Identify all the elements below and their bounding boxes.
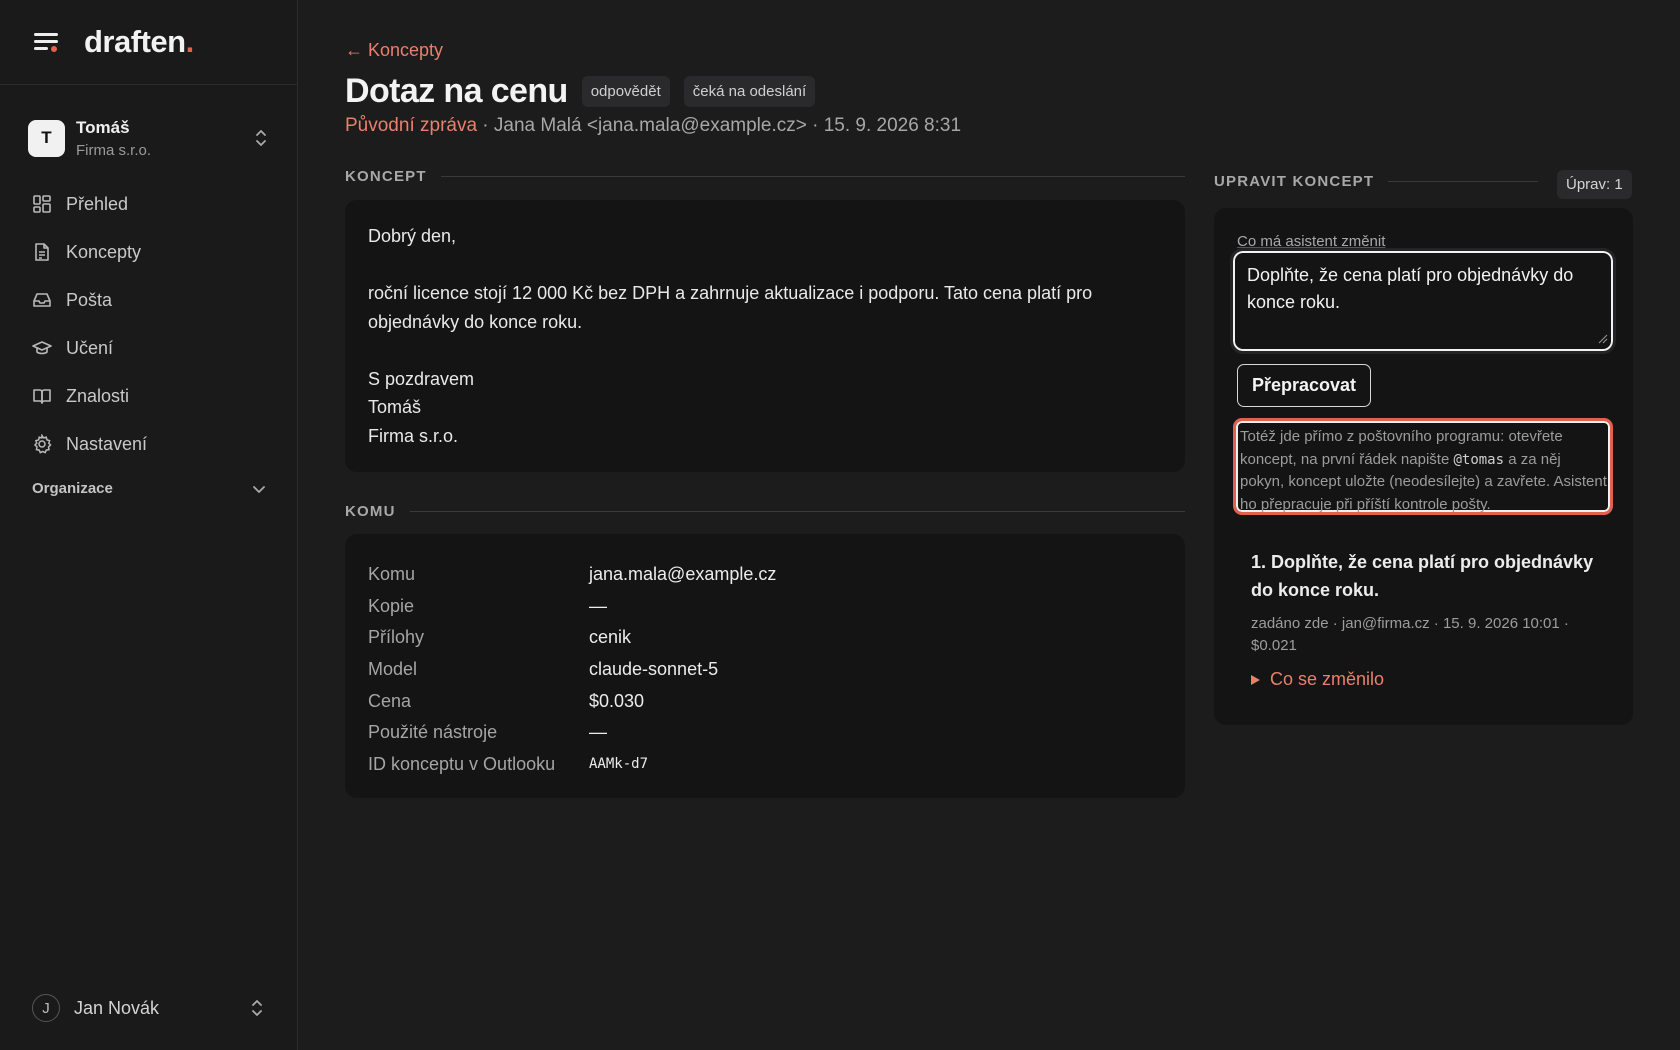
title-row: Dotaz na cenu odpovědět čeká na odeslání xyxy=(345,72,816,111)
organization-toggle[interactable]: Organizace xyxy=(32,480,266,497)
draft-section-header: KONCEPT xyxy=(345,168,1185,185)
table-row: Komu jana.mala@example.cz xyxy=(368,559,1162,591)
recipients-table: Komu jana.mala@example.cz Kopie — Přílohy c… xyxy=(345,534,1185,805)
back-link[interactable]: ← Koncepty xyxy=(345,40,443,61)
row-key: Cena xyxy=(368,690,412,711)
table-row: ID konceptu v Outlooku AAMk-d7 xyxy=(368,749,1162,781)
account-org: Firma s.r.o. xyxy=(76,141,152,159)
chevron-up-down-icon xyxy=(252,1000,262,1016)
draft-paragraph: roční licence stojí 12 000 Kč bez DPH a … xyxy=(368,283,1093,332)
nav-label: Pošta xyxy=(66,289,113,310)
sidebar: draften. T Tomáš Firma s.r.o. Přehled Ko… xyxy=(0,0,298,1050)
user-avatar: J xyxy=(32,994,60,1022)
nav-label: Učení xyxy=(66,337,114,358)
row-value: $0.030 xyxy=(589,690,645,711)
logo-row: draften. xyxy=(0,0,297,85)
table-row: Použité nástroje — xyxy=(368,717,1162,749)
book-icon xyxy=(33,389,51,404)
graduation-cap-icon xyxy=(32,341,52,355)
draft-signature-org: Firma s.r.o. xyxy=(368,425,459,446)
changes-toggle[interactable]: Co se změnilo xyxy=(1251,669,1596,690)
draft-body: Dobrý den, roční licence stojí 12 000 Kč… xyxy=(345,200,1185,472)
section-title: KOMU xyxy=(345,503,396,520)
organization-label: Organizace xyxy=(32,480,113,497)
section-title: UPRAVIT KONCEPT xyxy=(1214,173,1375,190)
table-row: Kopie — xyxy=(368,591,1162,623)
nav-label: Přehled xyxy=(66,193,129,214)
draft-closing: S pozdravem xyxy=(368,368,475,389)
row-key: Komu xyxy=(368,564,416,585)
draft-greeting: Dobrý den, xyxy=(368,226,457,246)
logo[interactable]: draften. xyxy=(84,24,194,60)
account-switcher[interactable]: T Tomáš Firma s.r.o. xyxy=(28,114,270,162)
nav-item-koncepty[interactable]: Koncepty xyxy=(22,228,274,276)
document-icon xyxy=(35,243,49,261)
account-avatar: T xyxy=(28,119,65,157)
menu-icon[interactable] xyxy=(34,31,60,53)
row-value: jana.mala@example.cz xyxy=(589,564,777,585)
row-key: Použité nástroje xyxy=(368,722,498,743)
row-key: Model xyxy=(368,659,418,680)
history-title: 1. Doplňte, že cena platí pro objednávky… xyxy=(1251,552,1594,600)
nav-label: Koncepty xyxy=(66,241,142,262)
status-badge: čeká na odeslání xyxy=(683,76,816,107)
rework-button[interactable]: Přepracovat xyxy=(1237,364,1372,407)
row-value: — xyxy=(589,595,607,616)
nav-label: Nastavení xyxy=(66,433,148,454)
nav-item-uceni[interactable]: Učení xyxy=(22,324,274,372)
edit-count-badge: Úprav: 1 xyxy=(1557,170,1632,199)
row-value: cenik xyxy=(589,627,632,648)
account-name: Tomáš xyxy=(76,117,130,137)
row-key: Kopie xyxy=(368,595,415,616)
chevron-up-down-icon xyxy=(256,130,266,146)
instruction-label: Co má asistent změnit xyxy=(1237,233,1386,250)
section-title: KONCEPT xyxy=(345,168,427,185)
user-menu[interactable]: J Jan Novák xyxy=(32,992,266,1024)
recipients-card: Komu jana.mala@example.cz Kopie — Přílohy c… xyxy=(345,534,1185,798)
grid-icon xyxy=(33,195,51,213)
edit-section-header: UPRAVIT KONCEPT xyxy=(1214,173,1538,190)
triangle-right-icon xyxy=(1251,674,1260,685)
table-row: Model claude-sonnet-5 xyxy=(368,654,1162,686)
chevron-down-icon xyxy=(253,485,265,493)
type-badge: odpovědět xyxy=(581,76,670,107)
nav-item-znalosti[interactable]: Znalosti xyxy=(22,372,274,420)
gear-icon xyxy=(33,434,52,454)
nav-item-nastaveni[interactable]: Nastavení xyxy=(22,420,274,468)
user-name: Jan Novák xyxy=(74,997,160,1018)
table-row: Cena $0.030 xyxy=(368,685,1162,717)
history-meta: zadáno zde · jan@firma.cz · 15. 9. 2026 … xyxy=(1251,615,1569,654)
section-divider xyxy=(440,176,1185,177)
row-value: — xyxy=(589,722,607,743)
nav-item-prehled[interactable]: Přehled xyxy=(22,180,274,228)
changes-toggle-label: Co se změnilo xyxy=(1270,669,1385,689)
main-nav: Přehled Koncepty Pošta Učení Znalosti Na… xyxy=(22,180,274,468)
row-value: AAMk-d7 xyxy=(589,756,649,773)
inbox-icon xyxy=(33,293,51,307)
row-key: ID konceptu v Outlooku xyxy=(368,753,556,774)
row-value: claude-sonnet-5 xyxy=(589,659,719,680)
draft-signature-name: Tomáš xyxy=(368,397,422,417)
original-message-link[interactable]: Původní zpráva xyxy=(345,115,477,136)
section-divider xyxy=(409,511,1185,512)
row-key: Přílohy xyxy=(368,627,425,648)
hint-mention: @tomas xyxy=(1453,451,1505,468)
nav-item-posta[interactable]: Pošta xyxy=(22,276,274,324)
instruction-input[interactable]: Doplňte, že cena platí pro objednávky do… xyxy=(1230,248,1616,354)
edit-history-item: 1. Doplňte, že cena platí pro objednávky… xyxy=(1251,548,1596,690)
mail-client-hint: Totéž jde přímo z poštovního programu: o… xyxy=(1233,418,1613,515)
nav-label: Znalosti xyxy=(66,385,130,406)
message-meta-text: · Jana Malá <jana.mala@example.cz> · 15.… xyxy=(477,115,962,136)
recipients-section-header: KOMU xyxy=(345,503,1185,520)
section-divider xyxy=(1388,181,1538,182)
draft-card: Dobrý den, roční licence stojí 12 000 Kč… xyxy=(345,200,1185,472)
message-meta: Původní zpráva · Jana Malá <jana.mala@ex… xyxy=(345,115,961,137)
resize-grip-icon[interactable] xyxy=(1598,334,1608,344)
table-row: Přílohy cenik xyxy=(368,622,1162,654)
page-title: Dotaz na cenu xyxy=(345,72,568,110)
